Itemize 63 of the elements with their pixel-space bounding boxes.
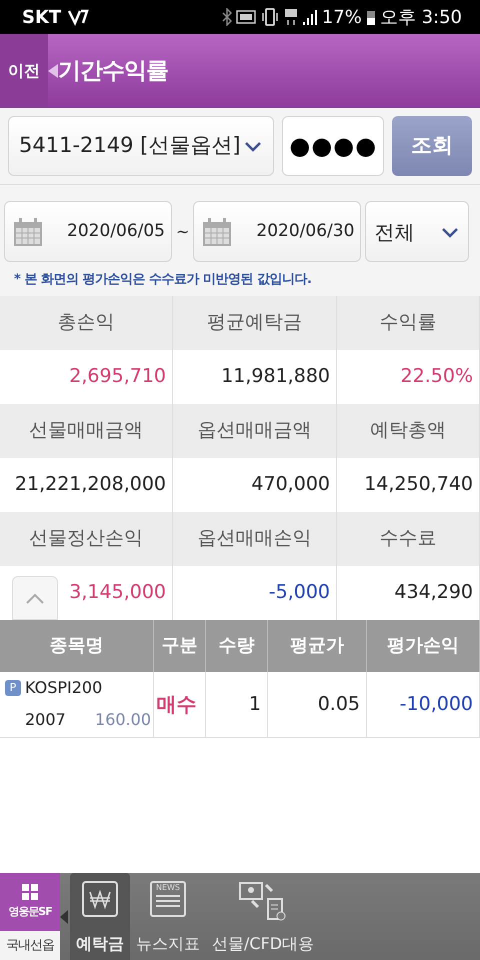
range-separator: ~ bbox=[176, 220, 190, 242]
summary-label: 선물정산손익 bbox=[0, 512, 173, 566]
calendar-icon bbox=[202, 216, 232, 246]
summary-value: 21,221,208,000 bbox=[0, 458, 173, 512]
nav-tab[interactable]: 선물/CFD대용 bbox=[206, 873, 320, 960]
date-field[interactable]: 2020/06/05 bbox=[4, 201, 172, 262]
password-field[interactable]: ●●●● bbox=[282, 116, 384, 176]
triangle-icon bbox=[60, 910, 68, 924]
summary-value: 2,695,710 bbox=[0, 350, 173, 404]
bluetooth-icon bbox=[222, 8, 232, 26]
summary-label: 옵션매매금액 bbox=[173, 404, 337, 458]
clock: 오후 3:50 bbox=[380, 6, 462, 30]
grid-icon bbox=[22, 884, 38, 900]
menu-label: 국내선옵 bbox=[0, 931, 60, 960]
transfer-icon bbox=[238, 881, 288, 921]
summary-label: 수익률 bbox=[337, 296, 480, 350]
table-cell: -10,000 bbox=[367, 672, 480, 738]
column-header: 구분 bbox=[154, 620, 206, 672]
contract-month: 2007 bbox=[25, 709, 66, 731]
summary-label: 수수료 bbox=[337, 512, 480, 566]
date-field[interactable]: 2020/06/30 bbox=[193, 201, 362, 262]
currency-icon bbox=[82, 881, 118, 917]
account-select[interactable]: 5411-2149 [선물옵션] bbox=[8, 116, 274, 176]
column-header: 평균가 bbox=[268, 620, 367, 672]
product-badge: P bbox=[5, 680, 21, 696]
table-cell: 1 bbox=[206, 672, 268, 738]
summary-label: 선물매매금액 bbox=[0, 404, 173, 458]
newspaper-icon: NEWS bbox=[150, 881, 186, 917]
collapse-button[interactable] bbox=[12, 576, 58, 620]
summary-value: 11,981,880 bbox=[173, 350, 337, 404]
summary-label: 예탁총액 bbox=[337, 404, 480, 458]
column-header: 수량 bbox=[206, 620, 268, 672]
summary-label: 총손익 bbox=[0, 296, 173, 350]
calendar-icon bbox=[13, 216, 43, 246]
nav-tab[interactable]: 예탁금 bbox=[70, 873, 130, 960]
summary-value: 3,145,000 bbox=[69, 580, 166, 606]
vibrate-icon bbox=[260, 8, 280, 26]
app-logo[interactable]: 영웅문SF bbox=[0, 873, 60, 931]
column-header: 평가손익 bbox=[367, 620, 480, 672]
summary-label: 평균예탁금 bbox=[173, 296, 337, 350]
carrier-name: SKT bbox=[22, 6, 62, 30]
strike-price: 160.00 bbox=[95, 709, 151, 731]
page-title: 기간수익률 bbox=[58, 56, 168, 86]
trade-side: 매수 bbox=[154, 672, 206, 738]
summary-label: 옵션매매손익 bbox=[173, 512, 337, 566]
filter-select[interactable]: 전체 bbox=[365, 201, 470, 262]
battery-icon bbox=[366, 8, 376, 26]
triangle-icon bbox=[48, 64, 58, 78]
chevron-down-icon bbox=[243, 139, 264, 153]
chevron-up-icon bbox=[25, 592, 45, 604]
table-cell: 0.05 bbox=[268, 672, 367, 738]
signal-icon bbox=[302, 8, 318, 26]
column-header: 종목명 bbox=[0, 620, 154, 672]
summary-value: 22.50% bbox=[337, 350, 480, 404]
summary-value: 14,250,740 bbox=[337, 458, 480, 512]
notice-text: * 본 화면의 평가손익은 수수료가 미반영된 값입니다. bbox=[13, 271, 312, 289]
summary-value: -5,000 bbox=[173, 566, 337, 620]
battery-level: 17% bbox=[322, 6, 362, 30]
back-button[interactable]: 이전 bbox=[0, 34, 48, 108]
summary-value: 434,290 bbox=[337, 566, 480, 620]
summary-value: 470,000 bbox=[173, 458, 337, 512]
nav-tab[interactable]: NEWS 뉴스지표 bbox=[130, 873, 206, 960]
instrument-name: KOSPI200 bbox=[25, 677, 102, 699]
